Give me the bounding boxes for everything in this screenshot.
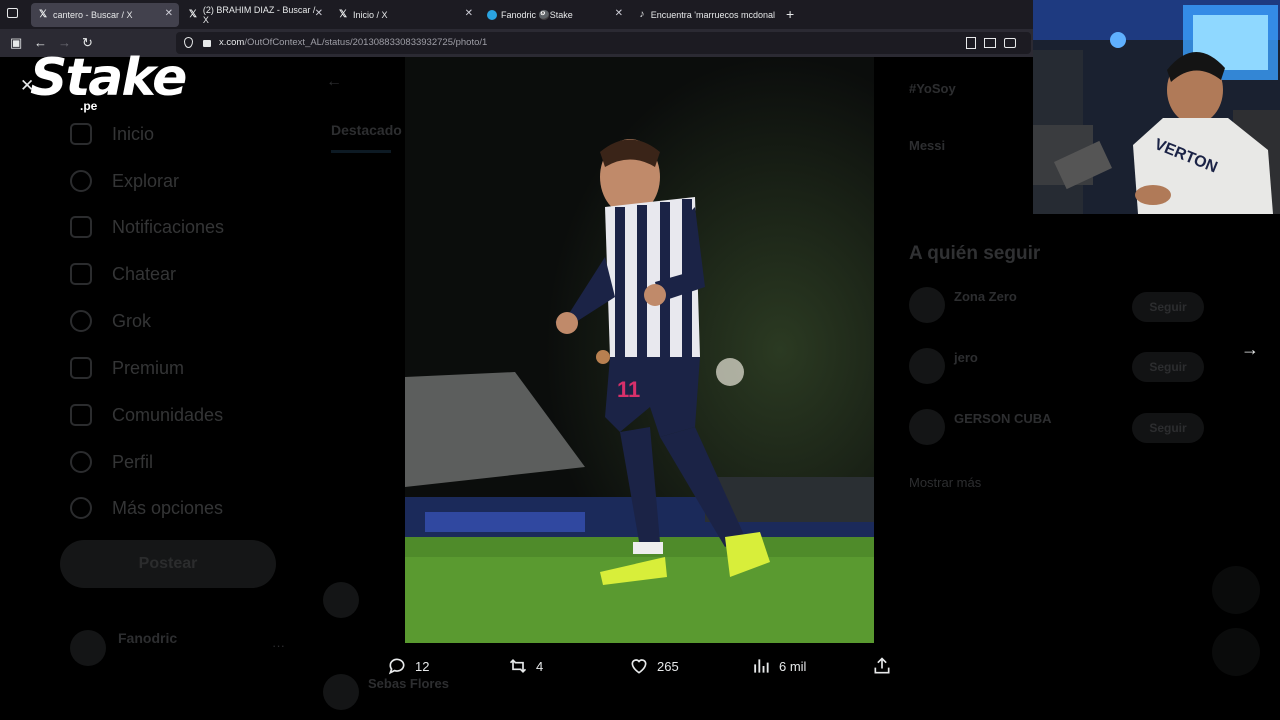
reply-icon	[388, 658, 405, 675]
close-icon[interactable]: ✕	[465, 8, 473, 19]
close-icon[interactable]: ✕	[615, 8, 623, 19]
tab-underline	[331, 150, 391, 153]
mail-icon	[70, 263, 92, 285]
suggestion-name[interactable]: Zona Zero	[954, 289, 1017, 304]
svg-text:11: 11	[617, 377, 640, 402]
new-tab-button[interactable]: +	[786, 6, 794, 22]
address-bar[interactable]: x.com/OutOfContext_AL/status/20130883308…	[176, 32, 1031, 54]
reply-author: Sebas Flores	[368, 676, 449, 691]
sidebar-item-chatear[interactable]: Chatear	[70, 263, 176, 285]
avatar[interactable]	[909, 348, 945, 384]
tab-destacado[interactable]: Destacado	[331, 122, 402, 138]
sidebar-item-comunidades[interactable]: Comunidades	[70, 404, 223, 426]
sidebar-item-perfil[interactable]: Perfil	[70, 451, 153, 473]
site-info-icon[interactable]	[184, 37, 193, 48]
lock-icon	[203, 40, 211, 47]
screenshot-icon[interactable]	[984, 38, 996, 48]
avatar[interactable]	[909, 287, 945, 323]
sidebar-item-notificaciones[interactable]: Notificaciones	[70, 216, 224, 238]
suggestion-name[interactable]: jero	[954, 350, 978, 365]
next-photo-button[interactable]: →	[1241, 339, 1259, 360]
browser-tab-tiktok[interactable]: ♪ Encuentra 'marruecos mcdonal	[631, 3, 781, 27]
post-photo[interactable]: 11	[405, 57, 874, 643]
more-icon	[70, 497, 92, 519]
browser-tab-fanodric[interactable]: Fanodric 🎱Stake ✕	[481, 3, 629, 27]
browser-tab-inicio[interactable]: 𝕏 Inicio / X ✕	[331, 3, 479, 27]
views-chart-icon	[754, 659, 769, 673]
messages-fab-icon[interactable]	[1212, 628, 1260, 676]
repost-icon	[509, 658, 527, 674]
follow-button[interactable]: Seguir	[1132, 292, 1204, 322]
follow-button[interactable]: Seguir	[1132, 413, 1204, 443]
share-button[interactable]	[872, 655, 892, 677]
tiktok-icon: ♪	[639, 9, 645, 20]
suggestion-name[interactable]: GERSON CUBA	[954, 411, 1052, 426]
trend-hashtag[interactable]: #YoSoy	[909, 81, 956, 96]
heart-icon	[631, 659, 647, 674]
sidebar-item-grok[interactable]: Grok	[70, 310, 151, 332]
post-button[interactable]: Postear	[60, 540, 276, 588]
follow-button[interactable]: Seguir	[1132, 352, 1204, 382]
account-name: Fanodric	[118, 630, 178, 646]
account-more-icon[interactable]: ···	[272, 638, 285, 653]
back-arrow-icon[interactable]: ←	[326, 73, 342, 91]
webcam-overlay: VERTON	[1033, 0, 1280, 214]
x-logo-icon: 𝕏	[38, 9, 48, 20]
close-icon[interactable]: ✕	[165, 8, 173, 19]
telegram-icon	[487, 10, 497, 20]
grok-fab-icon[interactable]	[1212, 566, 1260, 614]
like-button[interactable]: 265	[629, 655, 679, 677]
search-icon	[70, 170, 92, 192]
stake-logo-sub: .pe	[80, 99, 98, 113]
reader-view-icon[interactable]	[966, 37, 976, 49]
x-logo-icon: 𝕏	[188, 9, 197, 20]
repost-button[interactable]: 4	[508, 655, 543, 677]
views-button[interactable]: 6 mil	[751, 655, 806, 677]
tab-list-icon[interactable]	[7, 8, 18, 18]
x-logo-icon	[70, 357, 92, 379]
sidebar-item-mas-opciones[interactable]: Más opciones	[70, 497, 223, 519]
stake-logo: Stake	[30, 48, 187, 108]
show-more-link[interactable]: Mostrar más	[909, 475, 981, 490]
avatar[interactable]	[323, 582, 359, 618]
share-icon	[874, 657, 890, 674]
home-icon	[70, 123, 92, 145]
who-to-follow-title: A quién seguir	[909, 243, 1041, 264]
webcam-image: VERTON	[1033, 0, 1280, 214]
football-player-photo: 11	[405, 57, 874, 643]
sidebar-item-explorar[interactable]: Explorar	[70, 170, 179, 192]
sidebar-item-premium[interactable]: Premium	[70, 357, 184, 379]
x-logo-icon: 𝕏	[338, 9, 348, 20]
people-icon	[70, 404, 92, 426]
person-icon	[70, 451, 92, 473]
browser-tab-cantero[interactable]: 𝕏 cantero - Buscar / X ✕	[31, 3, 179, 27]
avatar[interactable]	[909, 409, 945, 445]
close-icon[interactable]: ✕	[315, 8, 323, 19]
bell-icon	[70, 216, 92, 238]
trend-messi[interactable]: Messi	[909, 138, 945, 153]
avatar[interactable]	[70, 630, 106, 666]
browser-tab-brahim[interactable]: 𝕏 (2) BRAHIM DIAZ - Buscar / X ✕	[181, 3, 329, 27]
grok-icon	[70, 310, 92, 332]
url-text: x.com/OutOfContext_AL/status/20130883308…	[219, 37, 488, 48]
browser-tab-bar: 𝕏 cantero - Buscar / X ✕ 𝕏 (2) BRAHIM DI…	[0, 0, 1033, 29]
pocket-icon[interactable]	[1004, 38, 1016, 48]
sidebar-toggle-icon[interactable]: ▣	[10, 35, 22, 51]
reply-button[interactable]: 12	[387, 655, 429, 677]
avatar[interactable]	[323, 674, 359, 710]
sidebar-item-inicio[interactable]: Inicio	[70, 123, 154, 145]
